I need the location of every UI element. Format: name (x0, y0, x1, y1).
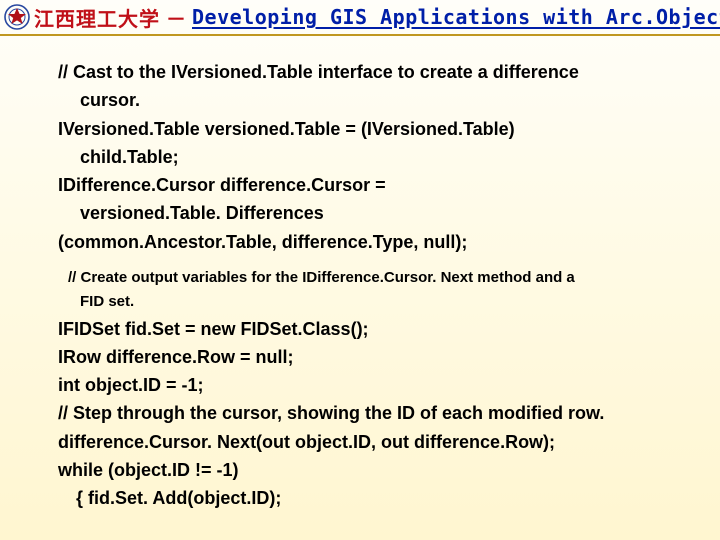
code-line: FID set. (58, 292, 686, 312)
code-line: IDifference.Cursor difference.Cursor = (58, 173, 686, 197)
code-line: (common.Ancestor.Table, difference.Type,… (58, 230, 686, 254)
code-line: // Create output variables for the IDiff… (58, 268, 686, 288)
code-line: child.Table; (58, 145, 686, 169)
code-line: difference.Cursor. Next(out object.ID, o… (58, 430, 686, 454)
code-line: int object.ID = -1; (58, 373, 686, 397)
code-line: cursor. (58, 88, 686, 112)
code-line: // Step through the cursor, showing the … (58, 401, 686, 425)
university-logo-icon (0, 2, 34, 32)
university-name: 江西理工大学 (34, 3, 160, 32)
slide-header: 江西理工大学 － Developing GIS Applications wit… (0, 0, 720, 36)
code-line: versioned.Table. Differences (58, 201, 686, 225)
code-line: IVersioned.Table versioned.Table = (IVer… (58, 117, 686, 141)
header-separator: － (166, 3, 186, 32)
code-line: // Cast to the IVersioned.Table interfac… (58, 60, 686, 84)
code-block-1: // Cast to the IVersioned.Table interfac… (58, 60, 686, 254)
code-line: { fid.Set. Add(object.ID); (58, 486, 686, 510)
course-title: Developing GIS Applications with Arc.Obj… (192, 5, 720, 29)
slide-body: // Cast to the IVersioned.Table interfac… (0, 36, 720, 511)
code-line: IFIDSet fid.Set = new FIDSet.Class(); (58, 317, 686, 341)
code-line: IRow difference.Row = null; (58, 345, 686, 369)
code-line: while (object.ID != -1) (58, 458, 686, 482)
